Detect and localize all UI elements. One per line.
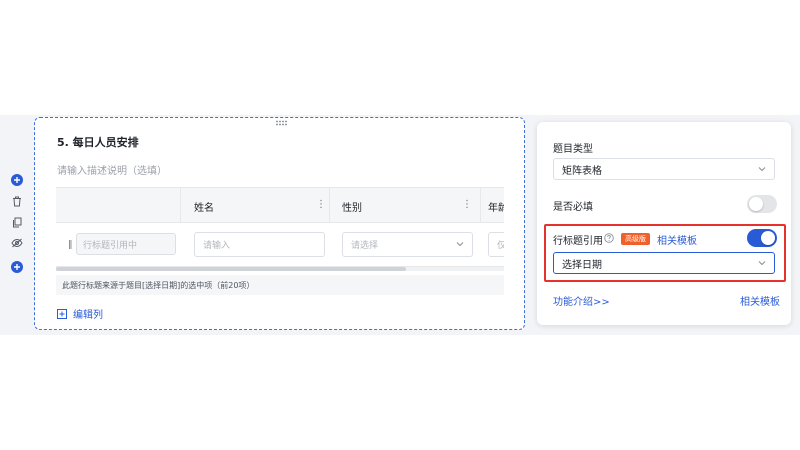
question-type-label: 题目类型 [553, 144, 593, 155]
copy-icon [13, 217, 22, 227]
matrix-header-row: 姓名 ⋮ 性别 ⋮ 年龄 [56, 187, 504, 223]
hide-icon [11, 238, 23, 248]
column-menu-icon[interactable]: ⋮ [316, 200, 326, 210]
drag-handle-icon[interactable] [275, 120, 287, 126]
question-description[interactable]: 请输入描述说明（选填） [57, 162, 167, 177]
row-drag-icon[interactable]: ‖ [68, 241, 73, 250]
toggle-knob [749, 197, 763, 211]
gender-select-placeholder: 请选择 [351, 241, 379, 251]
edit-columns-button[interactable]: 编辑列 [57, 306, 103, 321]
column-header-age[interactable]: 年龄 [488, 188, 504, 224]
question-type-value: 矩阵表格 [562, 165, 602, 177]
chevron-down-icon [758, 167, 766, 172]
age-input[interactable]: 仅 [488, 232, 504, 257]
question-card[interactable]: 5. 每日人员安排 请输入描述说明（选填） 姓名 ⋮ 性别 ⋮ 年龄 ‖ 行标题… [34, 117, 525, 330]
gender-select[interactable]: 请选择 [342, 232, 473, 257]
reference-note: 此题行标题来源于题目[选择日期]的选中项（前20项） [56, 275, 504, 295]
related-template-link-bottom[interactable]: 相关模板 [740, 293, 780, 308]
add-icon [11, 261, 23, 273]
row-title-field: 行标题引用中 [76, 233, 176, 255]
edit-columns-label: 编辑列 [73, 310, 103, 321]
hide-question-button[interactable] [7, 233, 27, 253]
chevron-down-icon [456, 242, 464, 247]
required-label: 是否必填 [553, 202, 593, 213]
trash-icon [13, 196, 21, 206]
matrix-table: 姓名 ⋮ 性别 ⋮ 年龄 ‖ 行标题引用中 请输入 请选择 仅 此题行标题来源于… [56, 187, 504, 295]
copy-question-button[interactable] [7, 212, 27, 232]
question-type-select[interactable]: 矩阵表格 [553, 158, 775, 180]
required-toggle[interactable] [747, 195, 777, 213]
add-question-button[interactable] [7, 170, 27, 190]
column-header-gender[interactable]: 性别 [342, 188, 362, 224]
name-input[interactable]: 请输入 [194, 232, 325, 257]
column-menu-icon[interactable]: ⋮ [462, 200, 472, 210]
question-title[interactable]: 5. 每日人员安排 [57, 134, 139, 150]
column-header-name[interactable]: 姓名 [194, 188, 214, 224]
highlight-annotation [544, 224, 786, 282]
question-toolbar [7, 170, 27, 280]
horizontal-scrollbar[interactable] [56, 267, 504, 271]
scrollbar-thumb[interactable] [56, 267, 406, 271]
add-question-below-button[interactable] [7, 257, 27, 277]
feature-intro-link[interactable]: 功能介绍>> [553, 293, 610, 308]
table-row: ‖ 行标题引用中 请输入 请选择 仅 [56, 223, 504, 267]
add-icon [11, 174, 23, 186]
delete-question-button[interactable] [7, 191, 27, 211]
plus-square-icon [57, 308, 67, 319]
